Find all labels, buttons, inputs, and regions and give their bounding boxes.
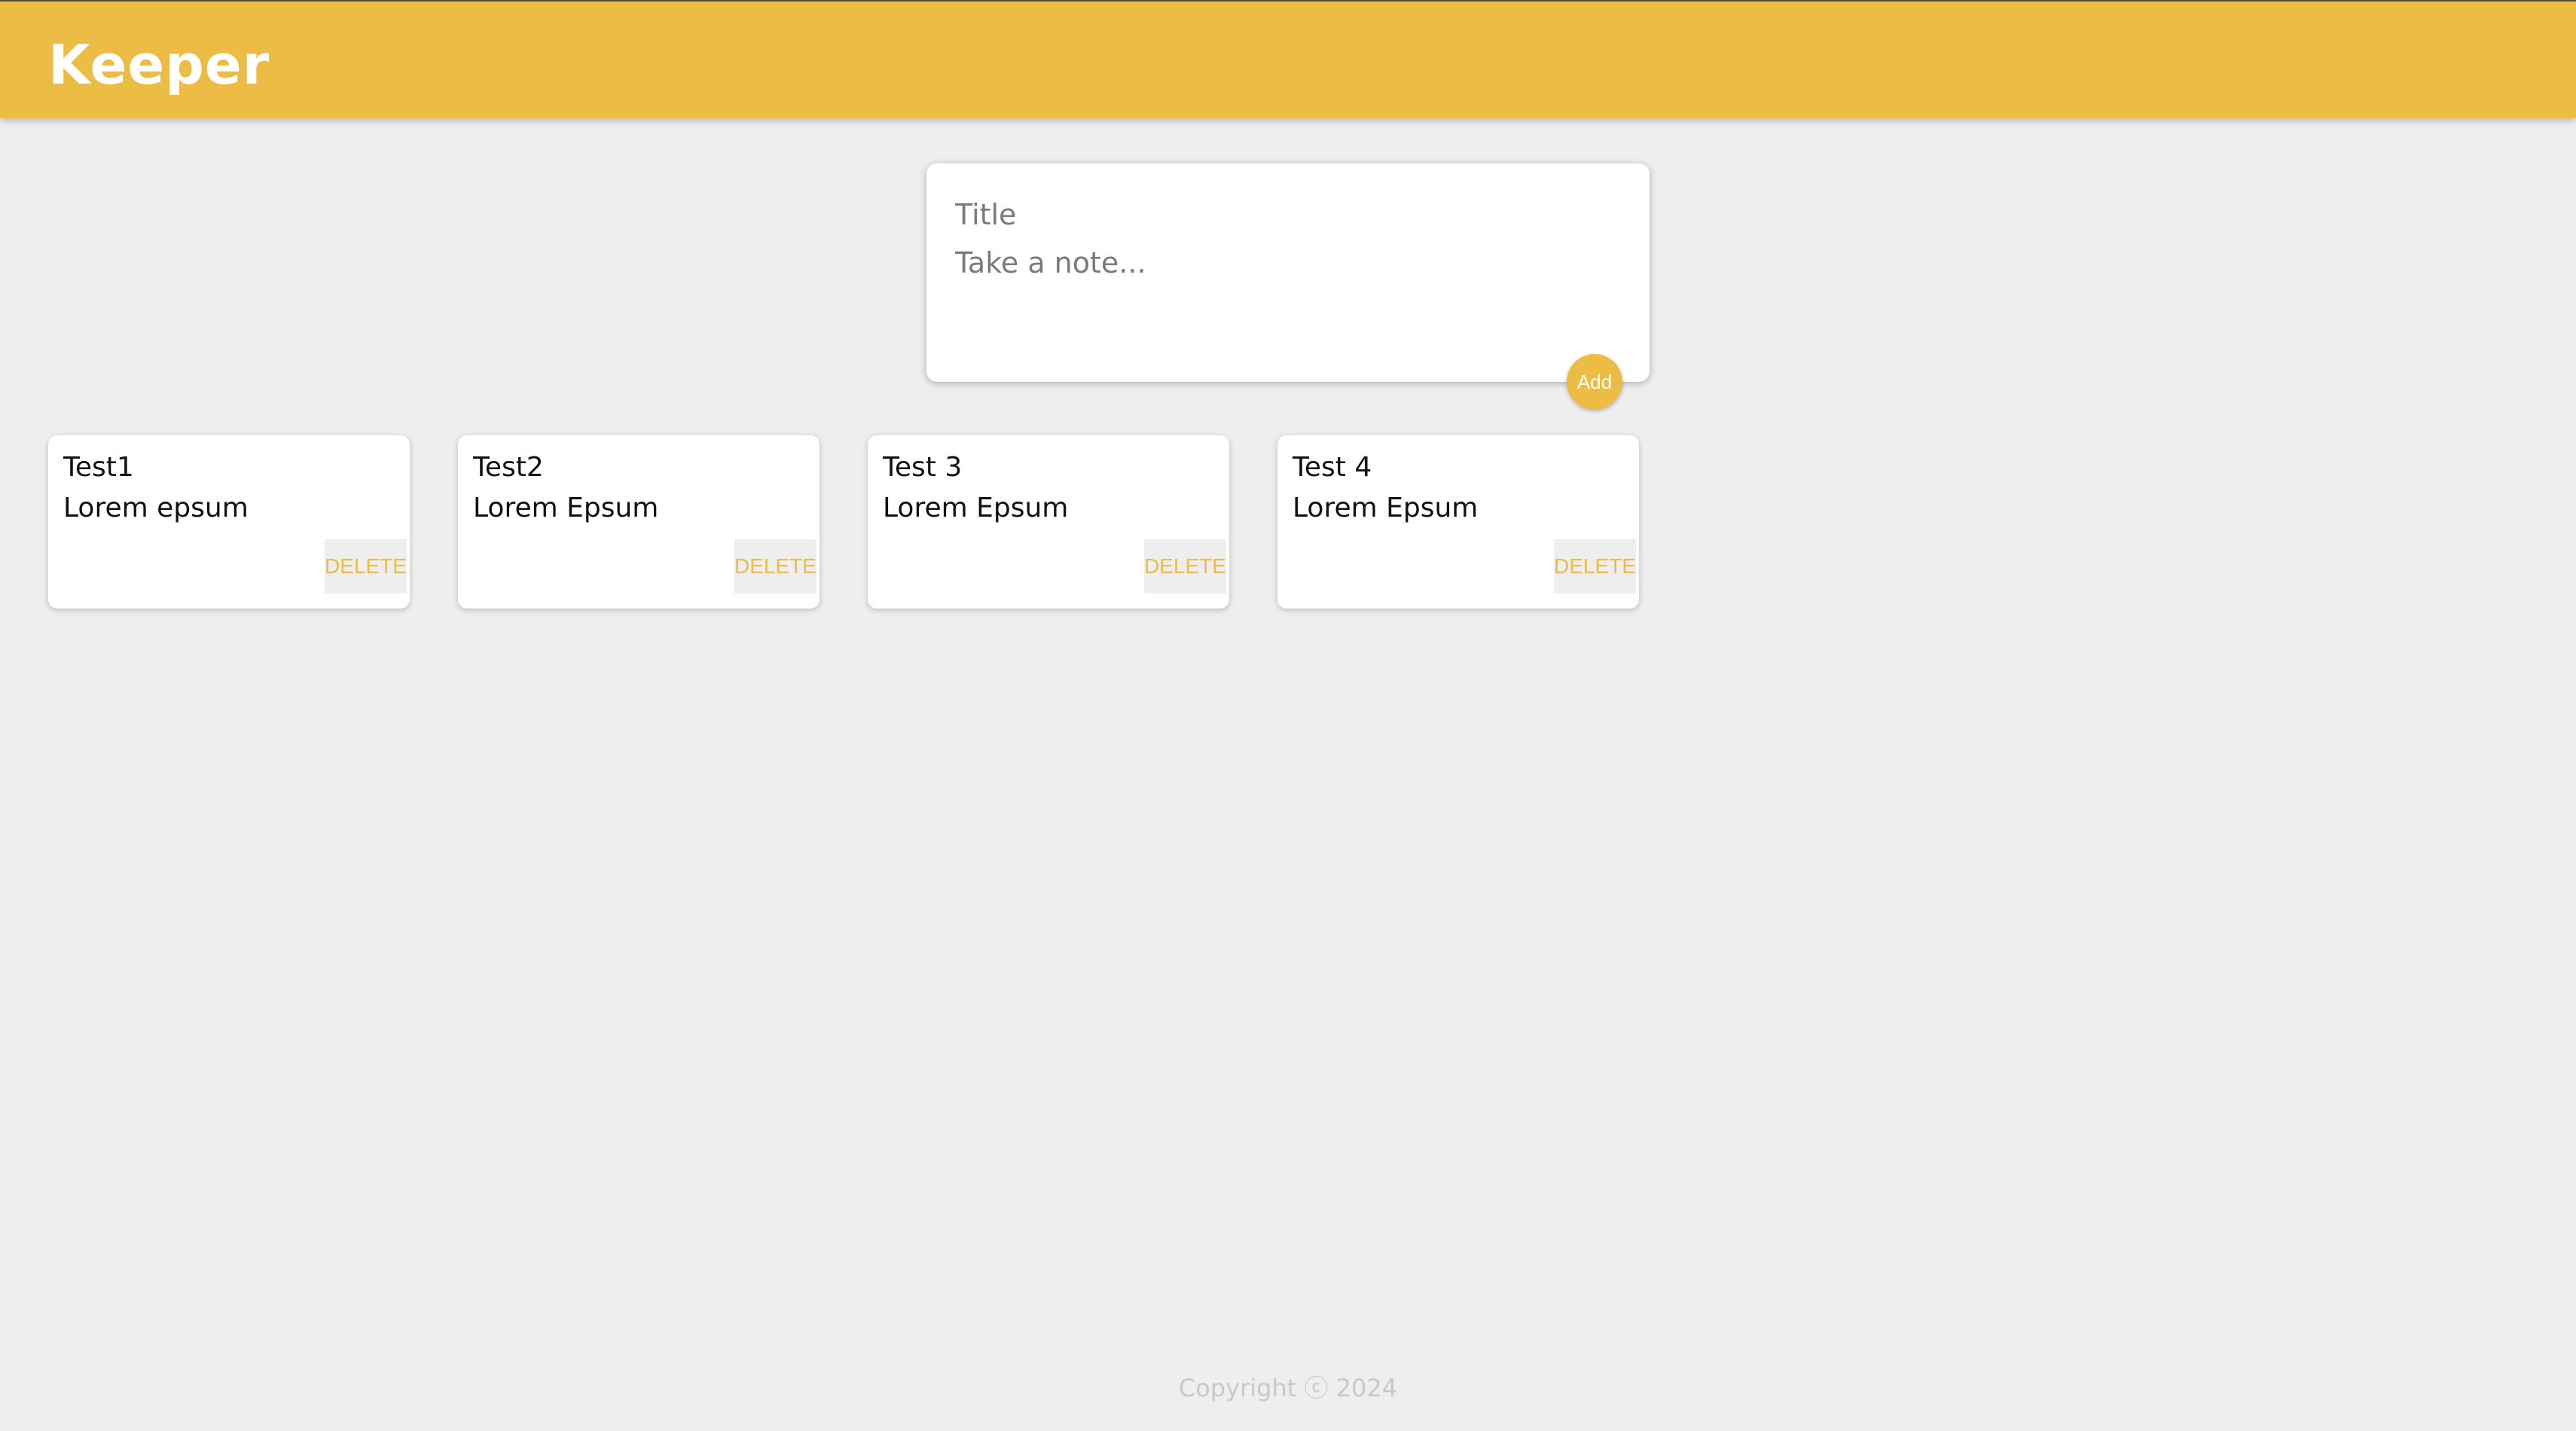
delete-note-button[interactable]: DELETE (1144, 539, 1226, 593)
delete-note-button[interactable]: DELETE (734, 539, 816, 593)
note-card: Test 4 Lorem Epsum DELETE (1277, 435, 1639, 609)
note-content: Lorem Epsum (1293, 493, 1479, 523)
note-content: Lorem Epsum (883, 493, 1069, 523)
note-content-input[interactable] (955, 240, 1618, 353)
note-title: Test1 (63, 452, 134, 483)
copyright-footer: Copyright ⓒ 2024 (1178, 1374, 1398, 1402)
add-note-button[interactable]: Add (1567, 354, 1622, 410)
notes-list: Test1 Lorem epsum DELETE Test2 Lorem Eps… (48, 435, 1639, 609)
note-composer (926, 163, 1650, 382)
delete-note-button[interactable]: DELETE (325, 539, 407, 593)
note-title: Test2 (473, 452, 544, 483)
note-card: Test1 Lorem epsum DELETE (48, 435, 410, 609)
note-content: Lorem Epsum (473, 493, 659, 523)
note-title: Test 3 (883, 452, 963, 483)
note-title-input[interactable] (955, 192, 1618, 237)
app-logo-title: Keeper (48, 33, 270, 96)
delete-note-button[interactable]: DELETE (1554, 539, 1636, 593)
app-header: Keeper (0, 0, 2576, 118)
note-content: Lorem epsum (63, 493, 249, 523)
note-title: Test 4 (1293, 452, 1372, 483)
note-card: Test2 Lorem Epsum DELETE (458, 435, 819, 609)
note-card: Test 3 Lorem Epsum DELETE (868, 435, 1229, 609)
